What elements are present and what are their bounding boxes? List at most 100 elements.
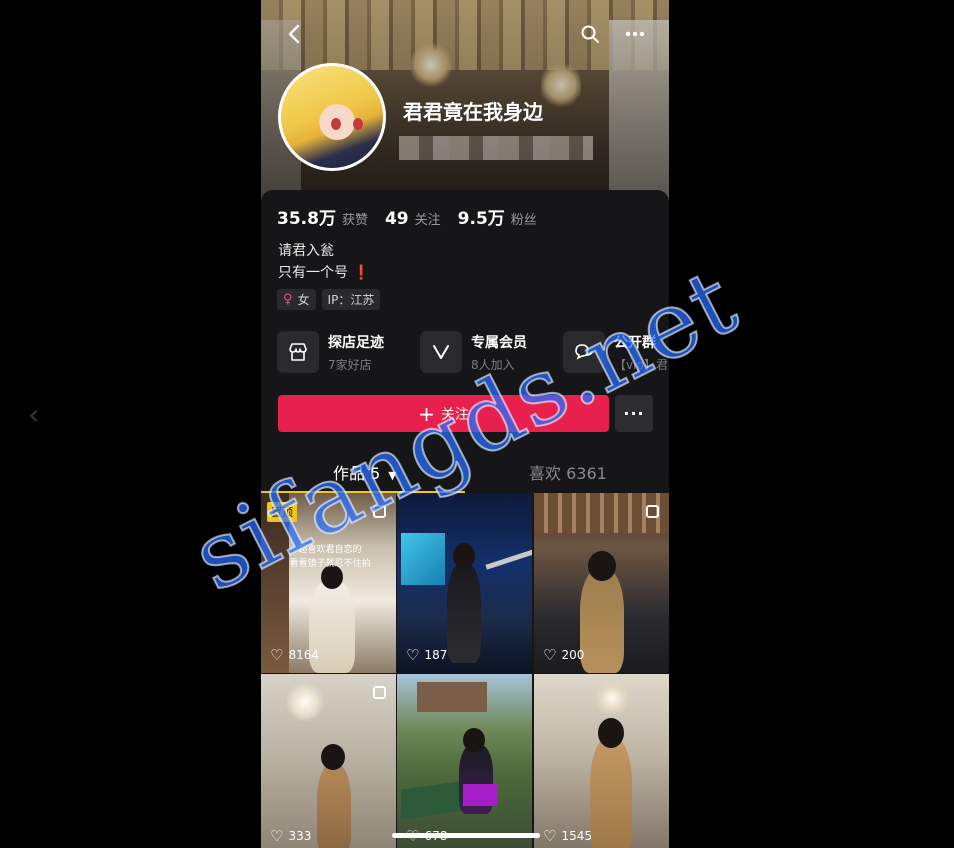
chat-group-icon (563, 331, 605, 373)
like-count-value: 8164 (288, 648, 319, 662)
plus-icon: + (418, 401, 435, 426)
pinned-badge: 置顶 (267, 502, 297, 522)
multi-image-icon (646, 505, 659, 518)
stat-number: 49 (384, 209, 409, 229)
thumb-skirt (463, 784, 497, 806)
video-thumbnail[interactable]: ♡ 200 (534, 493, 669, 673)
tab-likes-label: 喜欢 6361 (529, 464, 607, 483)
service-subtitle: 8人加入 (471, 357, 515, 372)
gender-tag: ♀ 女 (277, 289, 316, 310)
like-count: ♡ 187 (406, 646, 447, 664)
thumb-chandelier (594, 680, 630, 716)
more-dots-icon (625, 31, 645, 37)
thumb-head (588, 551, 616, 581)
thumb-head (321, 744, 345, 770)
female-gender-icon: ♀ (283, 292, 293, 307)
thumb-telescope (485, 549, 532, 570)
bio-line-text: 只有一个号 (278, 265, 348, 281)
service-vip-membership[interactable]: 专属会员 8人加入 (420, 331, 563, 373)
bio-line: 请君入瓮 (278, 243, 334, 259)
thumb-figure (447, 563, 481, 663)
screen: ‹ 君君竟在我身边 35.8万 获赞 49 关注 9.5万 粉丝 请君入瓮 只有… (0, 0, 954, 848)
thumb-building (417, 682, 487, 712)
thumb-head (453, 543, 475, 569)
avatar[interactable] (278, 63, 386, 171)
thumb-head (463, 728, 485, 752)
stat-number: 9.5万 (457, 209, 505, 229)
more-actions-button[interactable]: ··· (615, 395, 653, 432)
tab-works-label: 作品 5 (333, 464, 381, 483)
tab-likes[interactable]: 喜欢 6361 (529, 460, 607, 484)
nickname: 君君竟在我身边 (403, 100, 543, 124)
heart-icon: ♡ (543, 646, 557, 664)
like-count: ♡ 333 (270, 827, 311, 845)
like-count: ♡ 200 (543, 646, 584, 664)
thumb-figure (317, 764, 351, 848)
tab-works[interactable]: 作品 5 ▼ (333, 460, 397, 484)
video-thumbnail[interactable]: ♡ 187 (397, 493, 532, 673)
shop-icon (277, 331, 319, 373)
bio-line: 只有一个号 ❗ (278, 262, 370, 284)
caret-down-icon: ▼ (388, 469, 397, 482)
search-icon (581, 25, 599, 43)
prev-chevron-icon[interactable]: ‹ (28, 400, 48, 430)
phone-frame: 君君竟在我身边 35.8万 获赞 49 关注 9.5万 粉丝 请君入瓮 只有一个… (261, 0, 669, 848)
multi-image-icon (373, 505, 386, 518)
avatar-eye (331, 118, 341, 130)
service-title: 探店足迹 (328, 334, 384, 351)
stat-followers[interactable]: 9.5万 粉丝 (458, 204, 537, 229)
stat-likes[interactable]: 35.8万 获赞 (277, 204, 368, 229)
thumb-figure (580, 569, 624, 673)
like-count: ♡ 1545 (543, 827, 592, 845)
stat-following[interactable]: 49 关注 (385, 209, 441, 229)
stat-label: 粉丝 (510, 213, 537, 228)
multi-image-icon (373, 686, 386, 699)
stats-row: 35.8万 获赞 49 关注 9.5万 粉丝 (277, 204, 554, 229)
back-button[interactable] (281, 20, 309, 48)
content-tabs: 作品 5 ▼ 喜欢 6361 (261, 452, 669, 493)
video-thumbnail[interactable]: ♡ 1545 (534, 674, 669, 848)
like-count-value: 187 (424, 648, 448, 662)
back-arrow-icon (288, 24, 300, 44)
service-public-group[interactable]: 公开群 【vip】君 (563, 331, 669, 373)
video-thumbnail[interactable]: ♡678 (397, 674, 532, 848)
stat-label: 关注 (414, 213, 441, 228)
service-title: 专属会员 (471, 334, 527, 351)
like-count-value: 200 (561, 648, 585, 662)
service-subtitle: 【vip】君 (614, 357, 669, 372)
thumb-caption: 超喜欢君自恋的 看看镜子就忍不住拍 (289, 545, 371, 569)
heart-icon: ♡ (270, 646, 284, 664)
ip-location-tag: IP：江苏 (321, 289, 381, 310)
follow-label: 关注 (440, 406, 469, 423)
video-thumbnail[interactable]: 置顶 超喜欢君自恋的 看看镜子就忍不住拍 ♡ 8164 (261, 493, 396, 673)
follow-button[interactable]: + 关注 (278, 395, 609, 432)
heart-icon: ♡ (406, 646, 420, 664)
stat-number: 35.8万 (277, 209, 336, 229)
thumb-chandelier (285, 682, 325, 722)
avatar-eye (353, 118, 363, 130)
blurred-account-id (399, 136, 593, 160)
like-count-value: 333 (288, 829, 312, 843)
service-subtitle: 7家好店 (328, 357, 372, 372)
stat-label: 获赞 (341, 213, 368, 228)
more-dots-icon: ··· (623, 404, 645, 423)
service-title: 公开群 (614, 334, 656, 351)
service-shop-footprint[interactable]: 探店足迹 7家好店 (277, 331, 420, 373)
heart-icon: ♡ (270, 827, 284, 845)
gender-label: 女 (297, 293, 310, 307)
bio: 请君入瓮 只有一个号 ❗ (278, 240, 370, 284)
search-button[interactable] (576, 20, 604, 48)
like-count-value: 1545 (561, 829, 592, 843)
thumb-figure (590, 738, 632, 848)
home-indicator[interactable] (392, 833, 540, 838)
exclamation-icon: ❗ (352, 265, 370, 281)
services-row: 探店足迹 7家好店 专属会员 8人加入 公开群 【vip】君 (277, 331, 669, 373)
more-options-button[interactable] (621, 20, 649, 48)
like-count: ♡ 8164 (270, 646, 319, 664)
tags-row: ♀ 女 IP：江苏 (277, 289, 386, 310)
thumb-screen (401, 533, 445, 585)
thumb-head (598, 718, 624, 748)
video-thumbnail[interactable]: ♡ 333 (261, 674, 396, 848)
vip-v-icon (420, 331, 462, 373)
heart-icon: ♡ (543, 827, 557, 845)
